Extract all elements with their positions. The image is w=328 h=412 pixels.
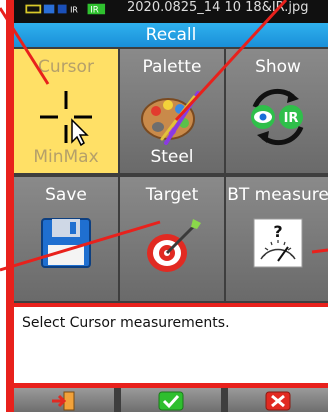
tile-show-label: Show <box>255 57 301 77</box>
exit-button[interactable] <box>14 388 114 412</box>
tile-bt-measure-label: BT measure <box>227 185 328 205</box>
tile-cursor-value: MinMax <box>33 147 99 167</box>
help-message: Select Cursor measurements. <box>14 307 328 383</box>
exit-door-icon <box>52 391 75 411</box>
target-dart-icon <box>147 219 201 272</box>
svg-text:IR: IR <box>70 6 78 15</box>
eye-ir-toggle-icon: IR <box>251 88 304 146</box>
green-check-icon <box>158 391 184 411</box>
tile-palette-value: Steel <box>150 147 194 167</box>
svg-text:?: ? <box>273 222 282 241</box>
crosshair-cursor-icon <box>40 91 92 147</box>
menu-grid: Cursor MinMax Palette Steel Show IR Save… <box>14 47 328 303</box>
ok-button[interactable] <box>121 388 221 412</box>
tile-target[interactable]: Target <box>120 177 224 301</box>
tile-save-label: Save <box>45 185 87 205</box>
tile-cursor-label: Cursor <box>38 57 94 77</box>
battery-icon <box>25 4 42 14</box>
menu-title: Recall <box>14 23 328 47</box>
paint-palette-icon <box>141 91 200 145</box>
floppy-disk-icon <box>41 218 91 268</box>
tile-show[interactable]: Show IR <box>226 49 328 173</box>
tile-palette-label: Palette <box>142 57 202 77</box>
bottom-button-bar <box>14 388 328 412</box>
svg-text:IR: IR <box>90 6 99 16</box>
show-ir-text: IR <box>284 111 299 126</box>
tile-target-label: Target <box>145 185 199 205</box>
status-bar: IR IR 2020.0825_14 10 18&IR.jpg <box>14 0 328 23</box>
tile-save[interactable]: Save <box>14 177 118 301</box>
status-icons: IR IR <box>25 3 106 16</box>
red-x-icon <box>265 391 291 411</box>
tile-bt-measure[interactable]: BT measure ? <box>226 177 328 301</box>
cancel-button[interactable] <box>228 388 328 412</box>
tile-cursor[interactable]: Cursor MinMax <box>14 49 118 173</box>
tile-palette[interactable]: Palette Steel <box>120 49 224 173</box>
status-filename: 2020.0825_14 10 18&IR.jpg <box>127 0 309 15</box>
gauge-question-icon: ? <box>253 218 303 268</box>
